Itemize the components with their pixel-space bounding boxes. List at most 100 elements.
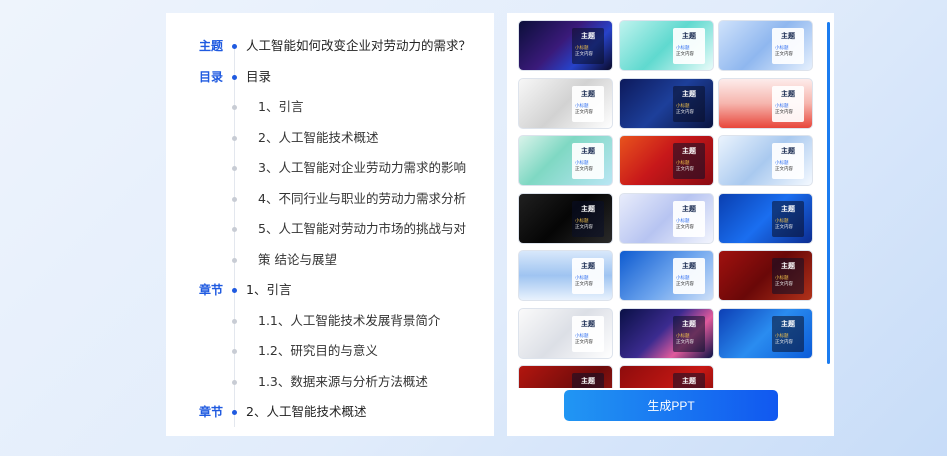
template-preview-card: 主题小标题正文内容 [673,28,705,64]
outline-text: 目录 [246,68,272,84]
template-card-title: 主题 [682,147,696,155]
timeline-dot [232,105,237,110]
template-card-body: 正文内容 [676,224,694,230]
template-thumbnail[interactable]: 主题小标题正文内容 [518,135,613,186]
template-thumbnail[interactable]: 主题小标题正文内容 [718,192,813,244]
template-card-title: 主题 [581,204,595,213]
outline-tag: 主题 [199,39,224,53]
template-thumbnail[interactable]: 主题小标题正文内容 [518,307,613,359]
template-card-title: 主题 [581,89,595,98]
outline-panel: 主题 人工智能如何改变企业对劳动力的需求？ 目录 目录 1、引言 2、人工智能技术概述 3、… [166,13,494,436]
timeline-dot [232,44,237,49]
outline-row-sub[interactable]: 4、不同行业与职业的劳动力需求分析 [166,189,494,209]
template-grid: 主题 小标题 正文内容 主题 小标题 正文内容 主题 小标题 正文内容 主题 小标题 正文内容 主题 小标… [518,20,814,388]
outline-text: 2、人工智能技术概述 [258,129,379,145]
outline-row-sub[interactable]: 1、引言 [166,97,494,117]
template-card-body: 正文内容 [575,167,593,172]
template-thumbnail[interactable]: 主题小标题正文内容 [619,307,714,359]
template-thumbnail[interactable]: 主题小标题正文内容 [518,20,613,71]
template-preview-card: 主题小标题正文内容 [572,85,604,122]
outline-text: 3、人工智能对企业劳动力需求的影响 [258,160,466,175]
outline-tag: 章节 [199,283,224,297]
template-card-title: 主题 [781,89,795,98]
template-card-title: 主题 [781,147,795,155]
template-preview-card: 主题小标题正文内容 [772,143,804,179]
outline-row-main[interactable]: 目录 目录 [166,67,494,87]
template-card-body: 正文内容 [575,282,593,287]
timeline-dot [232,379,237,385]
template-card-title: 主题 [682,262,696,270]
outline-row-sub[interactable]: 1.1、人工智能技术发展背景简介 [166,311,494,331]
outline-row-main[interactable]: 章节 2、人工智能技术概述 [166,402,494,422]
template-preview-card: 主题小标题正文内容 [572,143,604,179]
outline-text: 策 结论与展望 [258,251,337,267]
template-card-title: 主题 [781,204,795,213]
template-card-body: 正文内容 [575,52,593,57]
template-thumbnail[interactable]: 主题小标题正文内容 [718,307,813,359]
template-preview-card: 主题小标题正文内容 [673,85,705,122]
template-preview-card: 主题小标题正文内容 [572,258,604,294]
outline-row-sub[interactable]: 2、人工智能技术概述 [166,128,494,148]
template-card-title: 主题 [581,377,595,385]
template-thumbnail[interactable]: 主题小标题正文内容 [518,192,613,244]
template-scrollbar[interactable] [827,22,830,364]
timeline-dot [232,166,237,171]
template-card-body: 正文内容 [676,52,694,57]
template-card-title: 主题 [581,147,595,155]
timeline-dot [232,318,237,324]
generate-ppt-button[interactable]: 生成PPT [564,390,778,421]
template-card-body: 正文内容 [676,339,694,345]
template-thumbnail[interactable]: 主题小标题正文内容 [718,20,813,71]
template-preview-card: 主题小标题正文内容 [673,258,705,294]
template-card-title: 主题 [682,32,696,40]
template-preview-card: 主题小标题正文内容 [772,28,804,64]
template-card-title: 主题 [781,32,795,40]
template-thumbnail[interactable]: 主题小标题正文内容 [518,365,613,388]
template-card-body: 正文内容 [775,109,793,115]
template-card-body: 正文内容 [676,167,694,172]
timeline-dot [232,227,237,232]
template-preview-card: 主题小标题正文内容 [572,315,604,352]
template-thumbnail[interactable]: 主题小标题正文内容 [619,365,714,388]
template-card-title: 主题 [682,319,696,328]
template-preview-card: 主题小标题正文内容 [772,258,804,294]
template-preview-card: 主题小标题正文内容 [572,200,604,237]
outline-row-main[interactable]: 章节 1、引言 [166,280,494,300]
template-card-body: 正文内容 [575,339,593,345]
template-card-title: 主题 [682,377,696,385]
template-card-title: 主题 [781,262,795,270]
template-thumbnail[interactable]: 主题小标题正文内容 [619,77,714,129]
template-preview-card: 主题小标题正文内容 [772,200,804,237]
template-thumbnail[interactable]: 主题小标题正文内容 [619,135,714,186]
template-preview-card: 主题小标题正文内容 [673,315,705,352]
template-panel: 主题 小标题 正文内容 主题 小标题 正文内容 主题 小标题 正文内容 主题 小标题 正文内容 主题 小标… [507,13,834,436]
outline-row-sub[interactable]: 3、人工智能对企业劳动力需求的影响 [166,158,494,178]
outline-text: 4、不同行业与职业的劳动力需求分析 [258,190,466,206]
timeline-dot [232,135,237,141]
outline-row-sub[interactable]: 1.3、数据来源与分析方法概述 [166,372,494,392]
template-thumbnail[interactable]: 主题小标题正文内容 [619,20,714,71]
outline-text: 5、人工智能对劳动力市场的挑战与对 [258,221,466,236]
timeline-dot [232,288,237,293]
timeline-dot [232,196,237,202]
timeline-dot [232,74,237,80]
outline-row-sub[interactable]: 5、人工智能对劳动力市场的挑战与对 [166,219,494,239]
timeline-dot [232,349,237,354]
template-thumbnail[interactable]: 主题小标题正文内容 [518,77,613,129]
template-thumbnail[interactable]: 主题小标题正文内容 [619,192,714,244]
outline-row-sub[interactable]: 1.2、研究目的与意义 [166,341,494,361]
outline-text: 2、人工智能技术概述 [246,404,367,419]
outline-row-main[interactable]: 主题 人工智能如何改变企业对劳动力的需求？ [166,36,494,56]
template-thumbnail[interactable]: 主题小标题正文内容 [518,250,613,301]
template-thumbnail[interactable]: 主题小标题正文内容 [619,250,714,301]
template-preview-card: 主题小标题正文内容 [772,315,804,352]
outline-text: 1、引言 [246,282,292,297]
outline-text: 1.3、数据来源与分析方法概述 [258,373,428,389]
template-thumbnail[interactable]: 主题小标题正文内容 [718,135,813,186]
template-card-title: 主题 [581,262,595,270]
template-thumbnail[interactable]: 主题小标题正文内容 [718,250,813,301]
template-thumbnail[interactable]: 主题小标题正文内容 [718,77,813,129]
template-preview-card: 主题小标题正文内容 [772,85,804,122]
outline-row-sub[interactable]: 策 结论与展望 [166,250,494,270]
template-card-body: 正文内容 [676,282,694,287]
